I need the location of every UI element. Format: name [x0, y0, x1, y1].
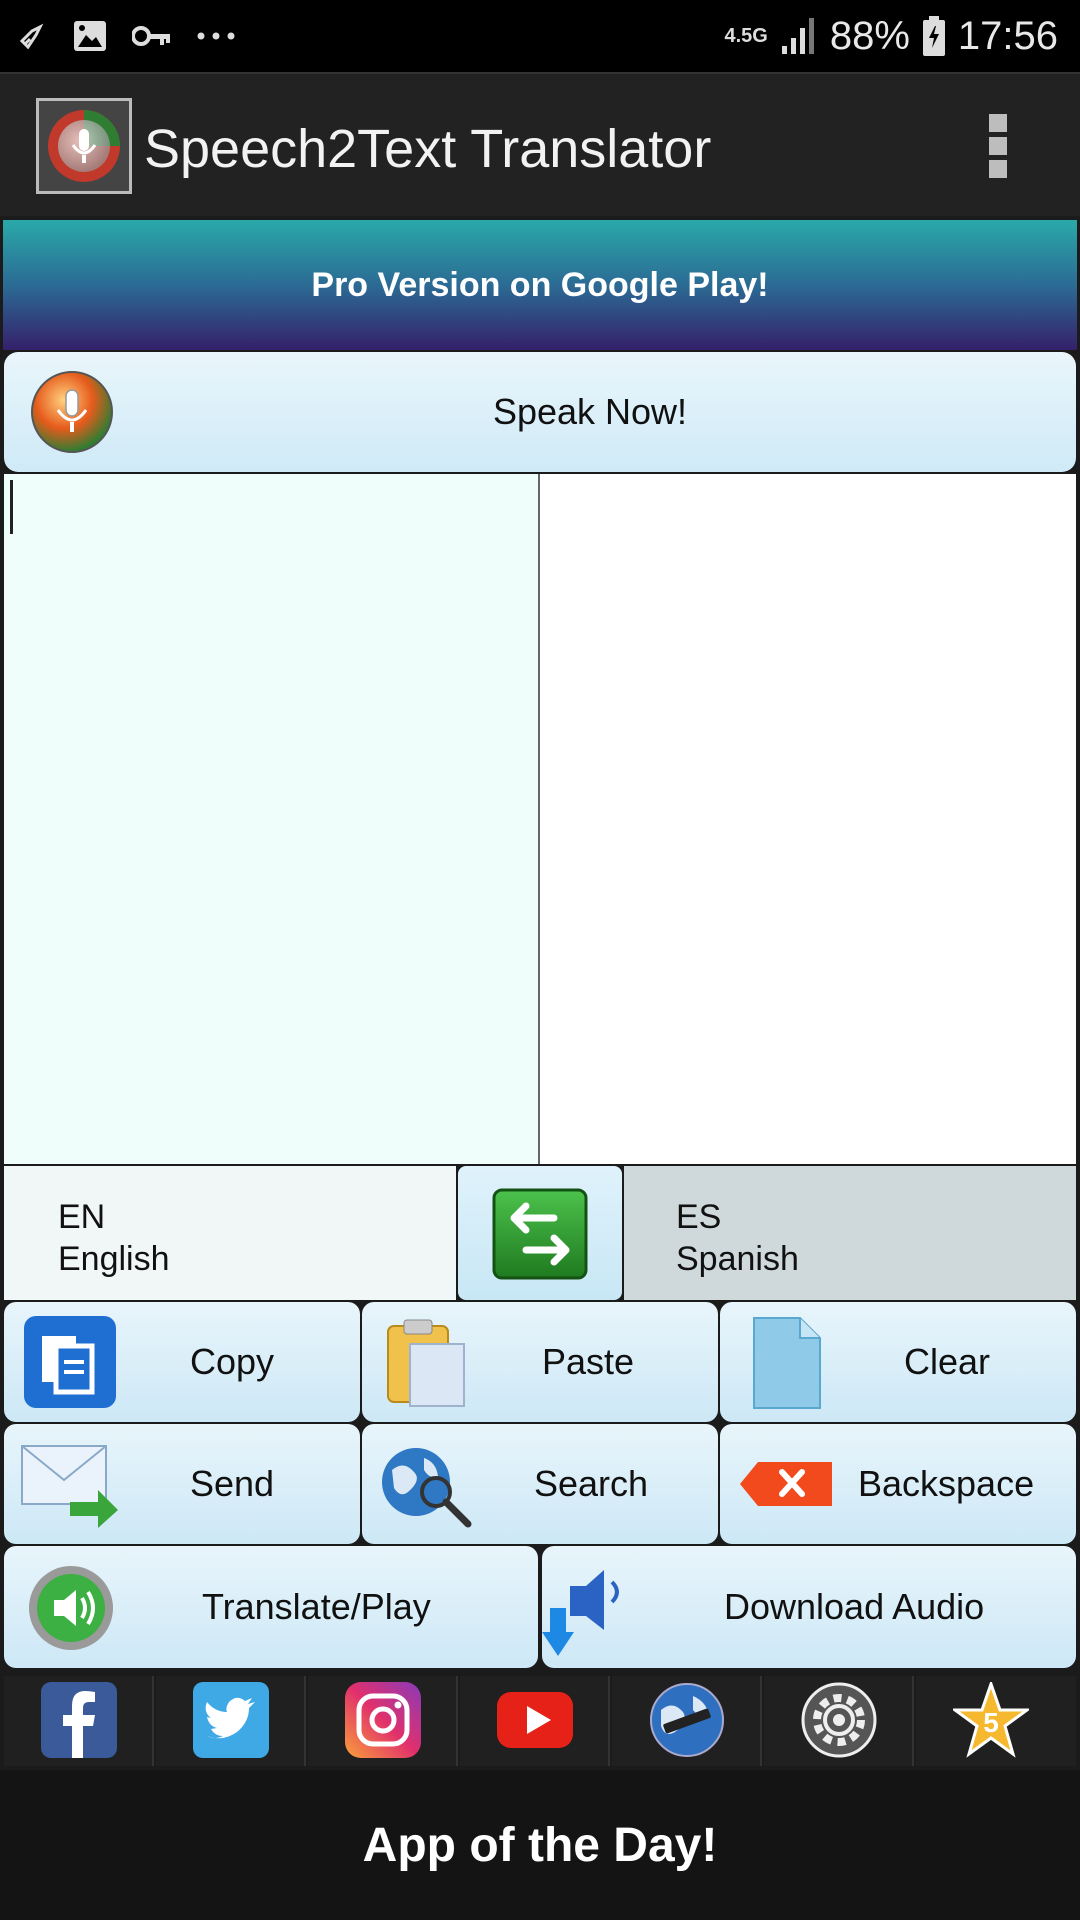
download-audio-button[interactable]: Download Audio	[542, 1546, 1076, 1668]
paste-button[interactable]: Paste	[362, 1302, 718, 1422]
text-cursor	[10, 480, 13, 534]
app-title: Speech2Text Translator	[144, 119, 712, 179]
backspace-label: Backspace	[858, 1463, 1035, 1504]
pro-version-label: Pro Version on Google Play!	[311, 265, 769, 304]
send-label: Send	[190, 1463, 275, 1504]
app-bar: Speech2Text Translator	[0, 72, 1080, 216]
clear-label: Clear	[904, 1341, 991, 1382]
notification-icons	[18, 14, 236, 58]
pro-version-banner[interactable]: Pro Version on Google Play!	[3, 220, 1077, 350]
overflow-menu-icon[interactable]	[986, 114, 1010, 178]
app-of-the-day-label: App of the Day!	[362, 1818, 718, 1872]
battery-percent: 88%	[829, 13, 910, 58]
website-button[interactable]	[612, 1676, 762, 1766]
more-notifications-icon	[197, 32, 235, 40]
copy-icon	[24, 1316, 116, 1408]
settings-button[interactable]	[764, 1676, 914, 1766]
web-globe-icon	[650, 1683, 724, 1757]
new-document-icon	[753, 1317, 821, 1409]
backspace-icon	[740, 1462, 832, 1506]
facebook-button[interactable]	[4, 1676, 154, 1766]
app-logo-icon	[36, 98, 132, 194]
translate-play-label: Translate/Play	[202, 1586, 431, 1627]
source-language-selector[interactable]: EN English	[4, 1166, 456, 1300]
speak-now-button[interactable]: Speak Now!	[4, 352, 1076, 472]
globe-search-icon	[382, 1448, 472, 1528]
target-language-selector[interactable]: ES Spanish	[624, 1166, 1076, 1300]
send-button[interactable]: Send	[4, 1424, 360, 1544]
target-language-name: Spanish	[676, 1240, 799, 1278]
swap-arrows-icon	[492, 1188, 588, 1280]
copy-button[interactable]: Copy	[4, 1302, 360, 1422]
twitter-button[interactable]	[156, 1676, 306, 1766]
search-label: Search	[534, 1463, 649, 1504]
download-audio-label: Download Audio	[724, 1586, 985, 1627]
network-type: 4.5G	[724, 24, 768, 47]
speak-now-label: Speak Now!	[492, 391, 688, 432]
speaker-play-icon	[29, 1566, 113, 1650]
twitter-icon	[193, 1682, 269, 1758]
rate-star-icon: 5	[953, 1682, 1029, 1758]
battery-icon	[922, 16, 945, 56]
facebook-icon	[41, 1682, 117, 1758]
source-language-name: English	[58, 1240, 170, 1278]
paste-icon	[387, 1319, 465, 1407]
source-text-area[interactable]	[4, 474, 540, 1164]
download-audio-icon	[542, 1570, 619, 1656]
backspace-button[interactable]: Backspace	[720, 1424, 1076, 1544]
rocket-icon	[19, 23, 44, 50]
youtube-button[interactable]	[460, 1676, 610, 1766]
youtube-icon	[497, 1692, 573, 1748]
paste-label: Paste	[542, 1341, 635, 1382]
swap-languages-button[interactable]	[458, 1166, 622, 1300]
rate-app-button[interactable]: 5	[916, 1676, 1076, 1766]
settings-gear-icon	[801, 1682, 877, 1758]
image-icon	[74, 21, 106, 51]
source-language-code: EN	[58, 1198, 106, 1236]
instagram-icon	[345, 1682, 421, 1758]
microphone-icon	[31, 371, 113, 453]
signal-icon	[781, 18, 814, 54]
translate-play-button[interactable]: Translate/Play	[4, 1546, 538, 1668]
app-of-the-day-banner[interactable]: App of the Day!	[0, 1770, 1080, 1920]
search-button[interactable]: Search	[362, 1424, 718, 1544]
copy-label: Copy	[190, 1341, 275, 1382]
target-language-code: ES	[676, 1198, 722, 1236]
key-icon	[132, 26, 170, 46]
status-bar: 4.5G 88% 17:56	[0, 0, 1080, 72]
translated-text-area[interactable]	[540, 474, 1076, 1164]
instagram-button[interactable]	[308, 1676, 458, 1766]
clear-button[interactable]: Clear	[720, 1302, 1076, 1422]
clock: 17:56	[957, 13, 1058, 58]
send-mail-icon	[21, 1445, 118, 1528]
system-status: 4.5G 88% 17:56	[724, 10, 1058, 62]
svg-text:5: 5	[983, 1707, 999, 1738]
